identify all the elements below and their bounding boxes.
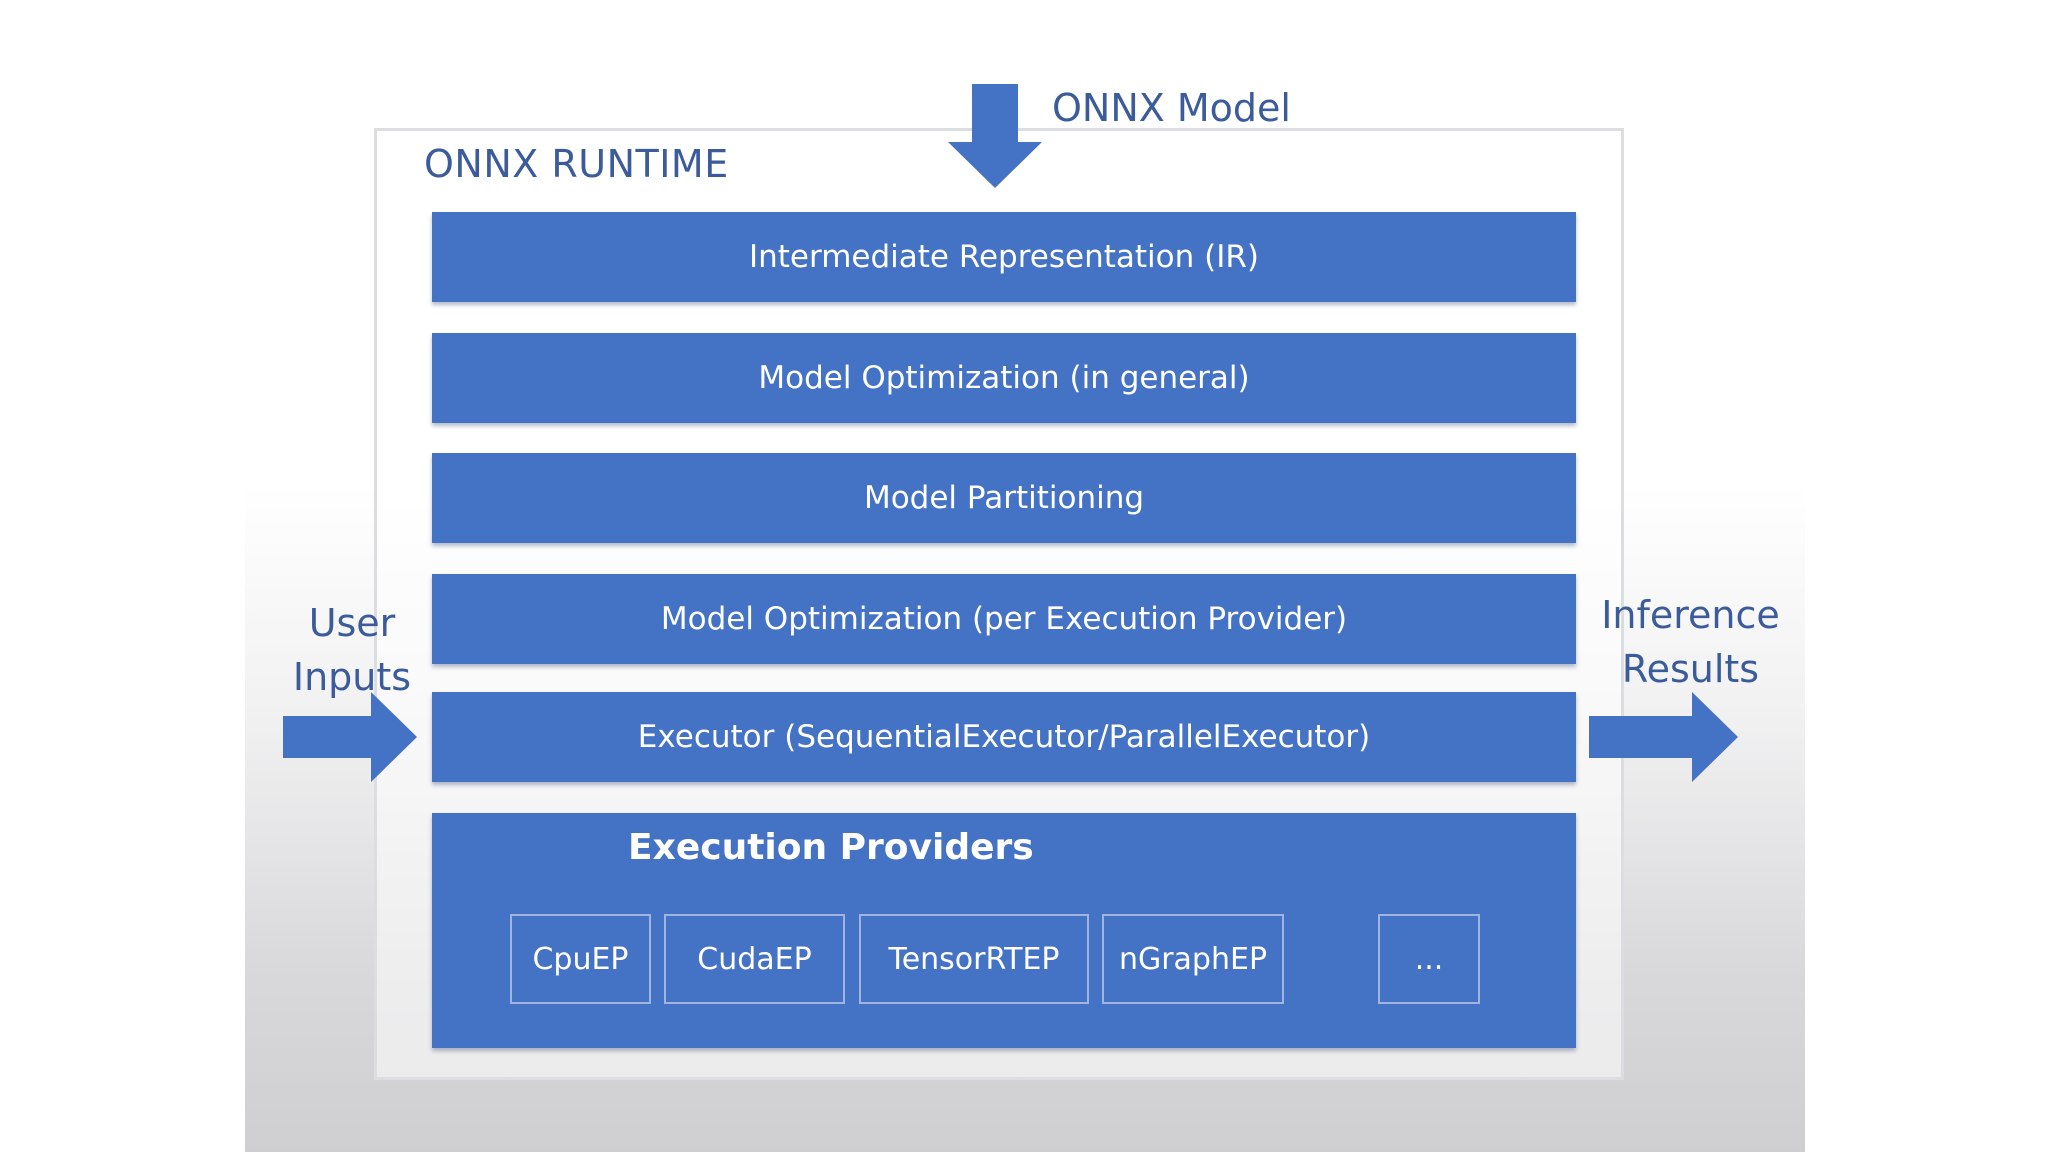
ep-cuda: CudaEP <box>664 914 845 1004</box>
arrow-right-icon <box>1589 692 1738 782</box>
runtime-title: ONNX RUNTIME <box>424 142 729 186</box>
inference-results-label: Inference Results <box>1598 588 1783 696</box>
layer-intermediate-representation: Intermediate Representation (IR) <box>432 212 1576 302</box>
user-inputs-label: User Inputs <box>282 596 422 704</box>
ep-cpu: CpuEP <box>510 914 651 1004</box>
inference-results-line-2: Results <box>1621 647 1760 691</box>
layer-model-optimization-general: Model Optimization (in general) <box>432 333 1576 423</box>
layer-model-partitioning: Model Partitioning <box>432 453 1576 543</box>
inference-results-line-1: Inference <box>1601 593 1780 637</box>
ep-tensorrt: TensorRTEP <box>859 914 1089 1004</box>
onnx-runtime-architecture-diagram: ONNX RUNTIME ONNX Model Intermediate Rep… <box>0 0 2048 1152</box>
arrow-right-icon <box>283 692 417 782</box>
layer-model-optimization-per-ep: Model Optimization (per Execution Provid… <box>432 574 1576 664</box>
arrow-down-icon <box>948 84 1042 188</box>
onnx-model-label: ONNX Model <box>1052 86 1291 130</box>
execution-providers-title: Execution Providers <box>628 827 1034 868</box>
ep-more: ... <box>1378 914 1480 1004</box>
layer-executor: Executor (SequentialExecutor/ParallelExe… <box>432 692 1576 782</box>
ep-ngraph: nGraphEP <box>1102 914 1284 1004</box>
user-inputs-line-1: User <box>308 601 396 645</box>
execution-providers-box: Execution Providers CpuEP CudaEP TensorR… <box>432 813 1576 1048</box>
